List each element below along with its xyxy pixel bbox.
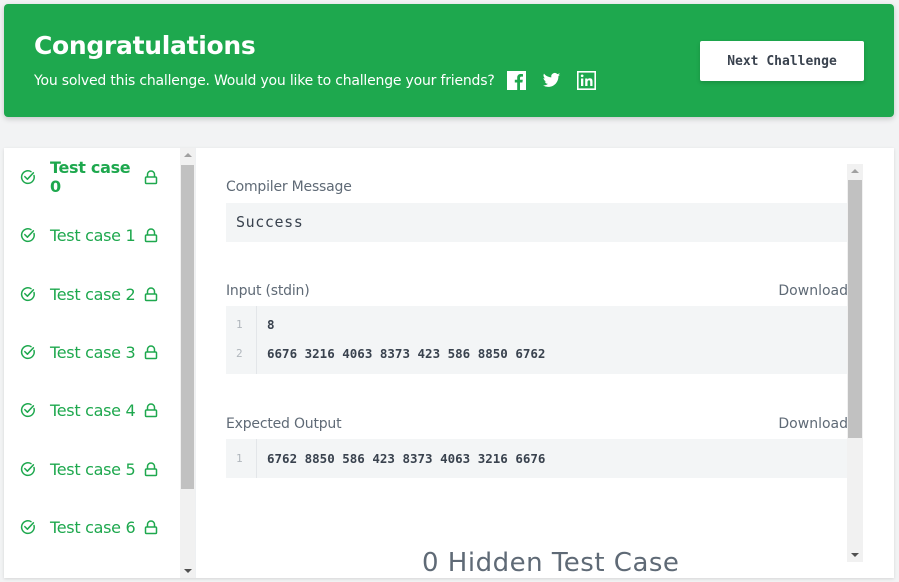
scroll-down-arrow-icon[interactable] [183, 569, 192, 573]
test-case-label: Test case 2 [50, 284, 136, 304]
results-panel: Test case 0 Test case 1 Test case 2 Test ca… [4, 148, 894, 578]
input-line: 6676 3216 4063 8373 423 586 8850 6762 [267, 346, 546, 361]
expected-download-link[interactable]: Download [778, 416, 848, 432]
input-line: 8 [267, 317, 275, 332]
scroll-up-arrow-icon[interactable] [851, 169, 859, 173]
check-circle-icon [20, 169, 36, 185]
test-case-sidebar: Test case 0 Test case 1 Test case 2 Test ca… [4, 148, 196, 578]
line-gutter [226, 306, 257, 374]
test-case-label: Test case 6 [50, 517, 136, 537]
linkedin-icon[interactable] [576, 71, 596, 90]
scroll-thumb[interactable] [848, 180, 862, 438]
lock-icon [144, 169, 158, 185]
test-case-item[interactable]: Test case 5 [20, 457, 158, 481]
test-case-label: Test case 1 [50, 225, 136, 245]
expected-line: 6762 8850 586 423 8373 4063 3216 6676 [267, 451, 546, 466]
line-number: 1 [236, 452, 243, 465]
test-case-item[interactable]: Test case 6 [20, 515, 158, 539]
check-circle-icon [20, 344, 36, 360]
input-download-link[interactable]: Download [778, 283, 848, 299]
next-challenge-button[interactable]: Next Challenge [700, 41, 864, 81]
twitter-icon[interactable] [542, 71, 561, 90]
sidebar-scrollbar[interactable] [180, 148, 195, 578]
lock-icon [144, 402, 158, 418]
facebook-icon[interactable] [506, 71, 526, 90]
compiler-message-box: Success [226, 203, 848, 242]
line-number: 1 [236, 318, 243, 331]
lock-icon [144, 227, 158, 243]
banner-title: Congratulations [34, 31, 256, 60]
test-case-label: Test case 5 [50, 459, 136, 479]
test-case-label: Test case 4 [50, 400, 136, 420]
scroll-up-arrow-icon[interactable] [183, 153, 192, 157]
input-box: 1 8 2 6676 3216 4063 8373 423 586 8850 6… [226, 306, 848, 374]
test-case-label: Test case 0 [50, 158, 131, 196]
test-case-item[interactable]: Test case 4 [20, 398, 158, 422]
input-label: Input (stdin) [226, 283, 310, 299]
content-scrollbar[interactable] [847, 164, 863, 562]
check-circle-icon [20, 519, 36, 535]
banner-subtitle: You solved this challenge. Would you lik… [34, 72, 495, 89]
check-circle-icon [20, 286, 36, 302]
lock-icon [144, 344, 158, 360]
scroll-down-arrow-icon[interactable] [851, 553, 859, 557]
test-case-item[interactable]: Test case 2 [20, 282, 158, 306]
hidden-test-case-title: 0 Hidden Test Case [422, 548, 680, 578]
test-case-detail: Compiler Message Success Input (stdin) D… [226, 148, 848, 578]
check-circle-icon [20, 227, 36, 243]
compiler-message-label: Compiler Message [226, 179, 352, 195]
lock-icon [144, 286, 158, 302]
success-banner: Congratulations You solved this challeng… [4, 4, 894, 117]
expected-output-label: Expected Output [226, 416, 342, 432]
line-number: 2 [236, 347, 243, 360]
compiler-message: Success [236, 213, 304, 231]
check-circle-icon [20, 402, 36, 418]
banner-subtitle-row: You solved this challenge. Would you lik… [34, 71, 612, 90]
test-case-item[interactable]: Test case 3 [20, 340, 158, 364]
scroll-thumb[interactable] [181, 165, 194, 489]
test-case-label: Test case 3 [50, 342, 136, 362]
social-share [506, 71, 612, 90]
check-circle-icon [20, 461, 36, 477]
test-case-item[interactable]: Test case 0 [20, 158, 158, 196]
expected-output-box: 1 6762 8850 586 423 8373 4063 3216 6676 [226, 439, 848, 478]
lock-icon [144, 461, 158, 477]
lock-icon [144, 519, 158, 535]
test-case-item[interactable]: Test case 1 [20, 223, 158, 247]
